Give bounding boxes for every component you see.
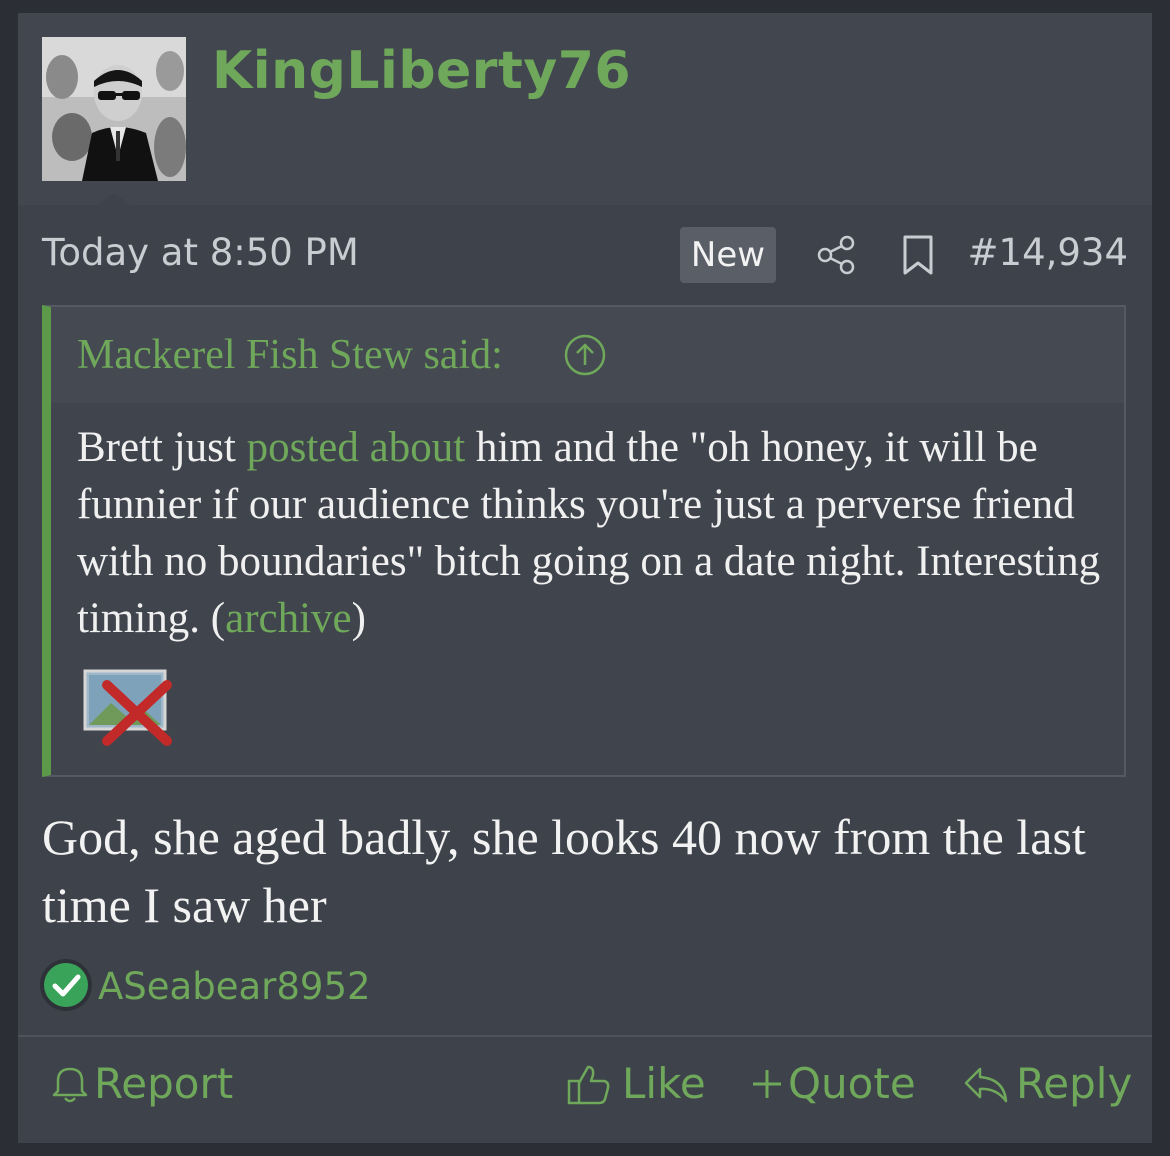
quote-label: Quote xyxy=(788,1059,916,1108)
post-timestamp[interactable]: Today at 8:50 PM xyxy=(42,231,359,274)
reply-arrow-icon xyxy=(964,1067,1008,1103)
username[interactable]: KingLiberty76 xyxy=(212,41,631,101)
arrow-up-circle-icon[interactable] xyxy=(563,333,607,377)
broken-image-icon[interactable] xyxy=(81,665,175,747)
reaction-username[interactable]: ASeabear8952 xyxy=(98,965,371,1008)
quote-block: Mackerel Fish Stew said: Brett just post… xyxy=(42,305,1126,777)
quote-text-part: Brett just xyxy=(77,424,247,471)
plus-icon xyxy=(753,1070,781,1098)
post-message: God, she aged badly, she looks 40 now fr… xyxy=(42,809,1086,933)
quote-attribution[interactable]: Mackerel Fish Stew said: xyxy=(77,331,503,379)
thumbs-up-icon xyxy=(567,1065,610,1105)
quote-header: Mackerel Fish Stew said: xyxy=(51,307,1124,403)
post-number-link[interactable]: #14,934 xyxy=(968,231,1128,274)
header-pointer xyxy=(98,193,130,205)
post-card: KingLiberty76 Today at 8:50 PM New #14,9… xyxy=(18,13,1152,1143)
user-header: KingLiberty76 xyxy=(18,13,1152,205)
bookmark-icon[interactable] xyxy=(900,233,936,277)
bell-icon xyxy=(52,1067,88,1103)
share-icon[interactable] xyxy=(814,233,858,277)
new-badge: New xyxy=(680,227,776,283)
checkmark-reaction-icon xyxy=(40,959,92,1011)
report-label: Report xyxy=(94,1059,234,1108)
like-label: Like xyxy=(622,1059,706,1108)
posted-about-link[interactable]: posted about xyxy=(247,424,466,471)
post-actions: Report Like Quote Reply xyxy=(18,1037,1152,1143)
avatar[interactable] xyxy=(42,37,186,181)
archive-link[interactable]: archive xyxy=(225,595,352,642)
reply-label: Reply xyxy=(1016,1059,1133,1108)
quote-text: Brett just posted about him and the "oh … xyxy=(77,419,1107,647)
user-avatar-photo xyxy=(42,37,186,181)
quote-text-part: ) xyxy=(351,595,366,642)
